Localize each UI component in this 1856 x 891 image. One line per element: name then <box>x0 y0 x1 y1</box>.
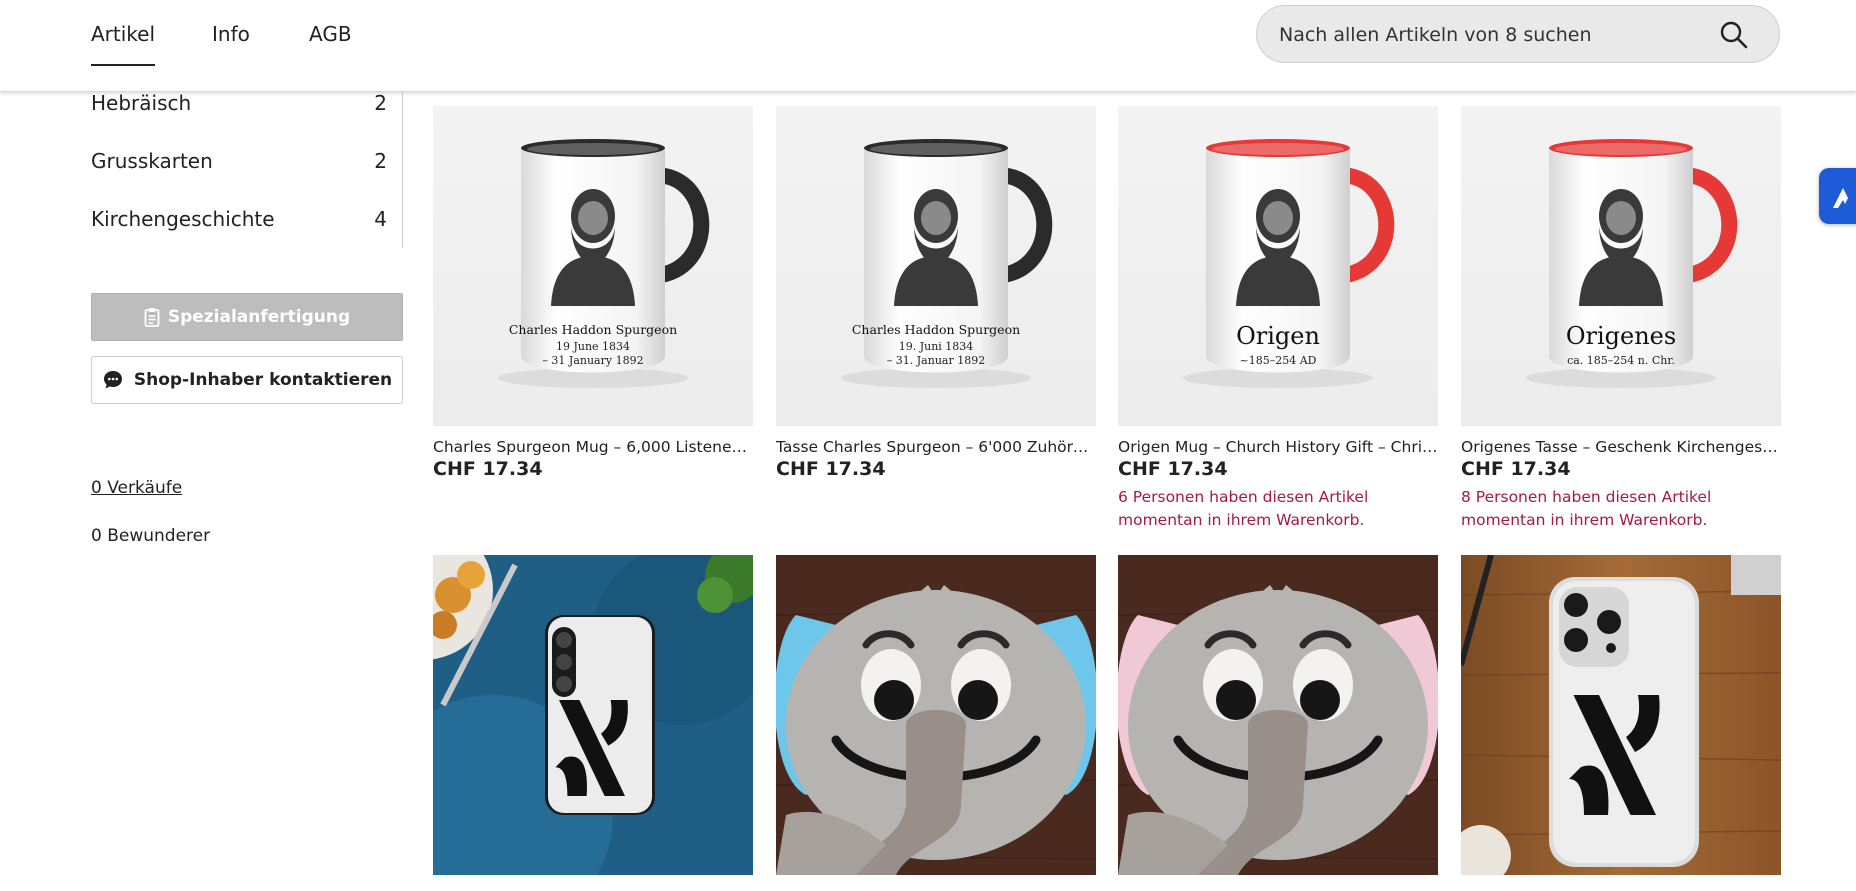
tab-agb[interactable]: AGB <box>309 22 352 46</box>
svg-text:Charles Haddon Spurgeon: Charles Haddon Spurgeon <box>509 322 677 337</box>
listing-price: CHF 17.34 <box>776 458 886 480</box>
tab-info-label: Info <box>212 22 250 46</box>
shop-search-box <box>1256 5 1780 64</box>
contact-label: Shop-Inhaber kontaktieren <box>133 370 393 390</box>
cart-demand-note: 8 Personen haben diesen Artikel momentan… <box>1461 488 1712 529</box>
search-icon <box>1720 21 1748 49</box>
listing-price: CHF 17.34 <box>433 458 543 480</box>
listing-title[interactable]: Tasse Charles Spurgeon – 6'000 Zuhörer –… <box>776 438 1096 456</box>
listing-image[interactable] <box>1461 555 1781 875</box>
listing-image[interactable] <box>1118 555 1438 875</box>
listing-card[interactable]: Origenes ca. 185–254 n. Chr. Origenes Ta… <box>1461 106 1781 532</box>
svg-text:19. Juni 1834: 19. Juni 1834 <box>899 340 974 353</box>
svg-text:– 31. Januar 1892: – 31. Januar 1892 <box>887 354 985 367</box>
category-count: 2 <box>374 91 387 115</box>
category-count: 4 <box>374 207 387 231</box>
svg-text:19 June 1834: 19 June 1834 <box>556 340 630 353</box>
listing-image[interactable]: Charles Haddon Spurgeon 19. Juni 1834 – … <box>776 106 1096 426</box>
cart-demand-note: 6 Personen haben diesen Artikel momentan… <box>1118 488 1369 529</box>
custom-order-button: Spezialanfertigung <box>91 293 403 341</box>
tab-artikel[interactable]: Artikel <box>91 22 156 66</box>
listing-image[interactable]: Charles Haddon Spurgeon 19 June 1834 – 3… <box>433 106 753 426</box>
svg-text:Charles Haddon Spurgeon: Charles Haddon Spurgeon <box>852 322 1020 337</box>
search-input[interactable] <box>1277 6 1701 64</box>
sales-count-link[interactable]: 0 Verkäufe <box>91 478 182 498</box>
svg-text:– 31 January 1892: – 31 January 1892 <box>542 354 643 367</box>
category-label: Grusskarten <box>91 149 213 173</box>
floating-widget-icon[interactable] <box>1819 168 1856 224</box>
chat-bubble-icon <box>103 371 122 389</box>
svg-text:Origenes: Origenes <box>1566 322 1676 350</box>
category-label: Kirchengeschichte <box>91 207 275 231</box>
listing-image[interactable] <box>776 555 1096 875</box>
contact-shop-owner-button[interactable]: Shop-Inhaber kontaktieren <box>91 356 403 404</box>
listing-price: CHF 17.34 <box>1461 458 1571 480</box>
listing-image[interactable]: Origenes ca. 185–254 n. Chr. <box>1461 106 1781 426</box>
category-count: 2 <box>374 149 387 173</box>
category-item-hebraeisch[interactable]: Hebräisch 2 <box>91 91 387 131</box>
tab-artikel-label: Artikel <box>91 22 156 46</box>
category-scrollbar-track <box>402 91 403 248</box>
listing-card[interactable] <box>776 555 1096 875</box>
listing-title[interactable]: Charles Spurgeon Mug – 6,000 Listeners –… <box>433 438 753 456</box>
listing-card[interactable]: Origen ~185–254 AD Origen Mug – Church H… <box>1118 106 1438 532</box>
category-item-grusskarten[interactable]: Grusskarten 2 <box>91 149 387 189</box>
shop-header: Artikel Info AGB <box>0 0 1856 92</box>
category-item-kirchengeschichte[interactable]: Kirchengeschichte 4 <box>91 207 387 247</box>
svg-text:ca. 185–254 n. Chr.: ca. 185–254 n. Chr. <box>1567 354 1675 367</box>
tab-info[interactable]: Info <box>212 22 250 46</box>
listing-card[interactable]: Charles Haddon Spurgeon 19. Juni 1834 – … <box>776 106 1096 486</box>
listing-card[interactable] <box>1118 555 1438 875</box>
clipboard-icon <box>144 308 160 327</box>
listing-card[interactable]: Charles Haddon Spurgeon 19 June 1834 – 3… <box>433 106 753 486</box>
listing-title[interactable]: Origenes Tasse – Geschenk Kirchengeschic… <box>1461 438 1781 456</box>
admirers-count: 0 Bewunderer <box>91 526 211 546</box>
listing-image[interactable]: Origen ~185–254 AD <box>1118 106 1438 426</box>
category-label: Hebräisch <box>91 91 192 115</box>
listing-image[interactable] <box>433 555 753 875</box>
listing-price: CHF 17.34 <box>1118 458 1228 480</box>
tab-agb-label: AGB <box>309 22 352 46</box>
svg-text:~185–254 AD: ~185–254 AD <box>1240 354 1317 367</box>
listing-card[interactable] <box>433 555 753 875</box>
listing-card[interactable] <box>1461 555 1781 875</box>
svg-text:Origen: Origen <box>1236 322 1320 350</box>
custom-order-label: Spezialanfertigung <box>167 307 351 327</box>
search-button[interactable] <box>1719 20 1749 50</box>
widget-logo-icon <box>1833 188 1848 208</box>
listing-title[interactable]: Origen Mug – Church History Gift – Chris… <box>1118 438 1438 456</box>
